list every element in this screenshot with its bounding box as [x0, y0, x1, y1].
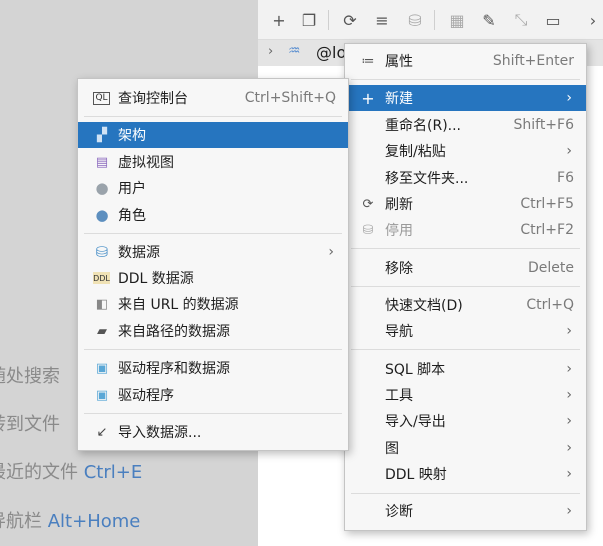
- datasource-icon: ⛁: [95, 243, 109, 261]
- menu-divider: [84, 233, 342, 234]
- import-icon: ↙: [96, 424, 108, 440]
- menu-item-deactivate[interactable]: ⛁ 停用 Ctrl+F2: [345, 217, 586, 243]
- virtual-view-icon: ▤: [95, 154, 109, 170]
- menu-item-role[interactable]: ● 角色: [78, 202, 348, 228]
- chevron-right-icon: ›: [566, 387, 572, 403]
- menu-item-datasource-from-path[interactable]: ▰ 来自路径的数据源: [78, 318, 348, 344]
- menu-divider: [351, 79, 580, 80]
- chevron-right-icon: ›: [566, 323, 572, 339]
- menu-item-move-to-folder[interactable]: 移至文件夹... F6: [345, 165, 586, 191]
- add-icon[interactable]: +: [268, 9, 290, 31]
- menu-item-datasource-from-url[interactable]: ◧ 来自 URL 的数据源: [78, 291, 348, 317]
- hint-search-everywhere: 随处搜索: [0, 366, 60, 387]
- chevron-right-icon: ›: [566, 466, 572, 482]
- menu-item-quick-doc[interactable]: 快速文档(D) Ctrl+Q: [345, 292, 586, 318]
- console-icon: QL: [93, 91, 110, 105]
- menu-item-query-console[interactable]: QL 查询控制台 Ctrl+Shift+Q: [78, 85, 348, 111]
- copy-icon[interactable]: ❐: [298, 9, 320, 31]
- new-submenu: QL 查询控制台 Ctrl+Shift+Q ▞ 架构 ▤ 虚拟视图 ● 用户 ●…: [77, 78, 349, 451]
- menu-item-copy-paste[interactable]: 复制/粘贴 ›: [345, 138, 586, 164]
- menu-item-tools[interactable]: 工具 ›: [345, 382, 586, 408]
- tree-row-label: @lo: [316, 43, 347, 62]
- menu-item-import-datasources[interactable]: ↙ 导入数据源...: [78, 419, 348, 445]
- menu-divider: [84, 349, 342, 350]
- menu-item-virtual-view[interactable]: ▤ 虚拟视图: [78, 149, 348, 175]
- hint-goto-file: 转到文件: [0, 414, 60, 435]
- menu-item-sql-scripts[interactable]: SQL 脚本 ›: [345, 356, 586, 382]
- menu-item-import-export[interactable]: 导入/导出 ›: [345, 408, 586, 434]
- menu-item-navigate[interactable]: 导航 ›: [345, 318, 586, 344]
- menu-item-rename[interactable]: 重命名(R)... Shift+F6: [345, 112, 586, 138]
- chevron-right-icon[interactable]: ›: [268, 44, 273, 59]
- context-menu: ≔ 属性 Shift+Enter + 新建 › 重命名(R)... Shift+…: [344, 43, 587, 531]
- chevron-right-icon: ›: [566, 361, 572, 377]
- edit-icon[interactable]: ✎: [478, 9, 500, 31]
- menu-item-drivers-and-datasources[interactable]: ▣ 驱动程序和数据源: [78, 355, 348, 381]
- collapse-icon[interactable]: ⤡: [510, 9, 532, 31]
- mysql-icon: ♒: [288, 43, 301, 59]
- chevron-right-icon: ›: [566, 143, 572, 159]
- chevron-right-icon: ›: [566, 90, 572, 106]
- hint-recent-files: 最近的文件 Ctrl+E: [0, 462, 143, 483]
- menu-item-properties[interactable]: ≔ 属性 Shift+Enter: [345, 48, 586, 74]
- schema-settings-icon[interactable]: ≡: [371, 9, 393, 31]
- menu-divider: [351, 349, 580, 350]
- menu-item-diagrams[interactable]: 图 ›: [345, 435, 586, 461]
- menu-divider: [84, 413, 342, 414]
- menu-divider: [351, 286, 580, 287]
- table-icon[interactable]: ▦: [446, 9, 468, 31]
- chevron-right-icon: ›: [566, 503, 572, 519]
- menu-item-schema[interactable]: ▞ 架构: [78, 122, 348, 148]
- toolbar-divider: [328, 10, 329, 30]
- menu-divider: [351, 248, 580, 249]
- url-icon: ◧: [95, 296, 109, 312]
- menu-item-ddl-mappings[interactable]: DDL 映射 ›: [345, 461, 586, 487]
- toolbar-divider: [434, 10, 435, 30]
- console-icon[interactable]: ▭: [542, 9, 564, 31]
- menu-item-refresh[interactable]: ⟳ 刷新 Ctrl+F5: [345, 191, 586, 217]
- menu-item-diagnostics[interactable]: 诊断 ›: [345, 498, 586, 524]
- menu-item-ddl-datasource[interactable]: DDL DDL 数据源: [78, 265, 348, 291]
- role-icon: ●: [95, 206, 109, 224]
- refresh-icon: ⟳: [362, 196, 374, 212]
- deactivate-icon: ⛁: [362, 222, 374, 238]
- menu-item-drivers[interactable]: ▣ 驱动程序: [78, 382, 348, 408]
- explorer-toolbar: + ❐ ⟳ ≡ ⛁ ▦ ✎ ⤡ ▭ ›: [258, 0, 603, 40]
- menu-item-remove[interactable]: 移除 Delete: [345, 255, 586, 281]
- driver-datasource-icon: ▣: [95, 360, 109, 376]
- folder-icon: ▰: [97, 323, 107, 339]
- ddl-icon: DDL: [93, 272, 110, 284]
- menu-item-datasource[interactable]: ⛁ 数据源 ›: [78, 239, 348, 265]
- driver-icon: ▣: [95, 387, 109, 403]
- more-icon[interactable]: ›: [584, 9, 602, 31]
- properties-icon: ≔: [361, 53, 375, 69]
- menu-item-user[interactable]: ● 用户: [78, 175, 348, 201]
- menu-item-new[interactable]: + 新建 ›: [345, 85, 586, 111]
- refresh-icon[interactable]: ⟳: [339, 9, 361, 31]
- schema-icon: ▞: [97, 127, 107, 143]
- menu-divider: [351, 493, 580, 494]
- chevron-right-icon: ›: [566, 440, 572, 456]
- menu-divider: [84, 116, 342, 117]
- plus-icon: +: [361, 88, 375, 108]
- hint-navigation-bar: 导航栏 Alt+Home: [0, 511, 141, 532]
- database-icon[interactable]: ⛁: [404, 9, 426, 31]
- user-icon: ●: [95, 179, 109, 197]
- chevron-right-icon: ›: [566, 413, 572, 429]
- chevron-right-icon: ›: [328, 244, 334, 260]
